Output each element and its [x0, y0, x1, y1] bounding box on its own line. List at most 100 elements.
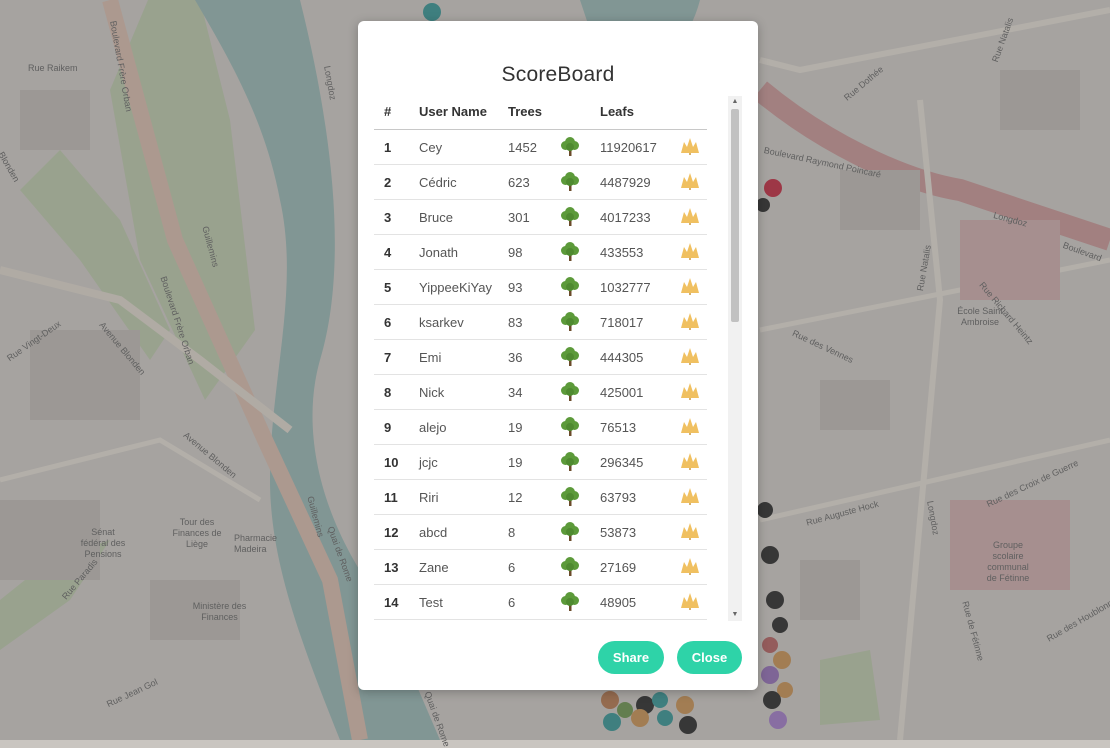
rank-cell: 13	[374, 549, 419, 585]
leafs-cell: 4017233	[600, 199, 679, 235]
leaf-icon-cell	[679, 234, 707, 270]
table-row: 9 alejo 19 76513	[374, 409, 707, 445]
leaf-icon	[679, 241, 701, 264]
rank-cell: 12	[374, 514, 419, 550]
leaf-icon	[679, 556, 701, 579]
tree-icon	[559, 590, 581, 615]
leafs-cell: 76513	[600, 409, 679, 445]
tree-icon	[559, 310, 581, 335]
user-name-cell: alejo	[419, 409, 508, 445]
table-row: 14 Test 6 48905	[374, 584, 707, 620]
trees-cell: 6	[508, 584, 559, 620]
column-header-user: User Name	[419, 94, 508, 130]
tree-icon-cell	[559, 514, 600, 550]
scoreboard-table: # User Name Trees Leafs 1 Cey 1452 11920617…	[374, 94, 707, 620]
user-name-cell: Cey	[419, 129, 508, 165]
leaf-icon-cell	[679, 479, 707, 515]
rank-cell: 10	[374, 444, 419, 480]
share-button[interactable]: Share	[598, 641, 664, 674]
column-header-trees: Trees	[508, 94, 559, 130]
scrollbar-thumb[interactable]	[731, 109, 739, 322]
rank-cell: 3	[374, 199, 419, 235]
leafs-cell: 718017	[600, 304, 679, 340]
leaf-icon	[679, 276, 701, 299]
leafs-cell: 53873	[600, 514, 679, 550]
user-name-cell: jcjc	[419, 444, 508, 480]
user-name-cell: Test	[419, 584, 508, 620]
table-row: 10 jcjc 19 296345	[374, 444, 707, 480]
user-name-cell: Emi	[419, 339, 508, 375]
tree-icon-cell	[559, 304, 600, 340]
rank-cell: 6	[374, 304, 419, 340]
trees-cell: 6	[508, 549, 559, 585]
table-body: 1 Cey 1452 11920617 2 Cédric 623 4487929 3 Bruce 3…	[374, 129, 707, 620]
leaf-icon-cell	[679, 304, 707, 340]
tree-icon	[559, 240, 581, 265]
tree-icon	[559, 485, 581, 510]
user-name-cell: Nick	[419, 374, 508, 410]
leaf-icon-cell	[679, 584, 707, 620]
tree-icon	[559, 275, 581, 300]
leaf-icon-cell	[679, 514, 707, 550]
trees-cell: 8	[508, 514, 559, 550]
table-row: 1 Cey 1452 11920617	[374, 129, 707, 165]
column-header-tree-icon	[559, 94, 600, 130]
tree-icon-cell	[559, 479, 600, 515]
leaf-icon	[679, 451, 701, 474]
tree-icon-cell	[559, 129, 600, 165]
trees-cell: 301	[508, 199, 559, 235]
leaf-icon	[679, 416, 701, 439]
tree-icon-cell	[559, 549, 600, 585]
table-row: 11 Riri 12 63793	[374, 479, 707, 515]
tree-icon	[559, 135, 581, 160]
tree-icon-cell	[559, 234, 600, 270]
leafs-cell: 11920617	[600, 129, 679, 165]
trees-cell: 98	[508, 234, 559, 270]
close-button[interactable]: Close	[677, 641, 742, 674]
rank-cell: 7	[374, 339, 419, 375]
rank-cell: 9	[374, 409, 419, 445]
tree-icon-cell	[559, 444, 600, 480]
leaf-icon	[679, 486, 701, 509]
leaf-icon-cell	[679, 164, 707, 200]
trees-cell: 12	[508, 479, 559, 515]
leafs-cell: 425001	[600, 374, 679, 410]
tree-icon	[559, 555, 581, 580]
leaf-icon-cell	[679, 129, 707, 165]
rank-cell: 1	[374, 129, 419, 165]
table-row: 12 abcd 8 53873	[374, 514, 707, 550]
column-header-rank: #	[374, 94, 419, 130]
tree-icon-cell	[559, 409, 600, 445]
tree-icon-cell	[559, 339, 600, 375]
leafs-cell: 1032777	[600, 269, 679, 305]
leaf-icon-cell	[679, 339, 707, 375]
table-row: 7 Emi 36 444305	[374, 339, 707, 375]
leafs-cell: 48905	[600, 584, 679, 620]
trees-cell: 19	[508, 409, 559, 445]
leaf-icon	[679, 171, 701, 194]
leaf-icon-cell	[679, 409, 707, 445]
trees-cell: 83	[508, 304, 559, 340]
scoreboard-table-container[interactable]: # User Name Trees Leafs 1 Cey 1452 11920617…	[374, 94, 742, 621]
tree-icon	[559, 345, 581, 370]
table-scrollbar[interactable]: ▲ ▼	[728, 96, 742, 621]
table-row: 2 Cédric 623 4487929	[374, 164, 707, 200]
leaf-icon-cell	[679, 549, 707, 585]
table-row: 5 YippeeKiYay 93 1032777	[374, 269, 707, 305]
trees-cell: 1452	[508, 129, 559, 165]
leafs-cell: 296345	[600, 444, 679, 480]
table-header-row: # User Name Trees Leafs	[374, 94, 707, 130]
user-name-cell: YippeeKiYay	[419, 269, 508, 305]
rank-cell: 8	[374, 374, 419, 410]
rank-cell: 2	[374, 164, 419, 200]
scroll-down-arrow-icon[interactable]: ▼	[728, 609, 742, 621]
rank-cell: 4	[374, 234, 419, 270]
tree-icon	[559, 520, 581, 545]
tree-icon-cell	[559, 199, 600, 235]
leaf-icon	[679, 381, 701, 404]
user-name-cell: Riri	[419, 479, 508, 515]
user-name-cell: abcd	[419, 514, 508, 550]
user-name-cell: Jonath	[419, 234, 508, 270]
tree-icon-cell	[559, 584, 600, 620]
scroll-up-arrow-icon[interactable]: ▲	[728, 96, 742, 108]
